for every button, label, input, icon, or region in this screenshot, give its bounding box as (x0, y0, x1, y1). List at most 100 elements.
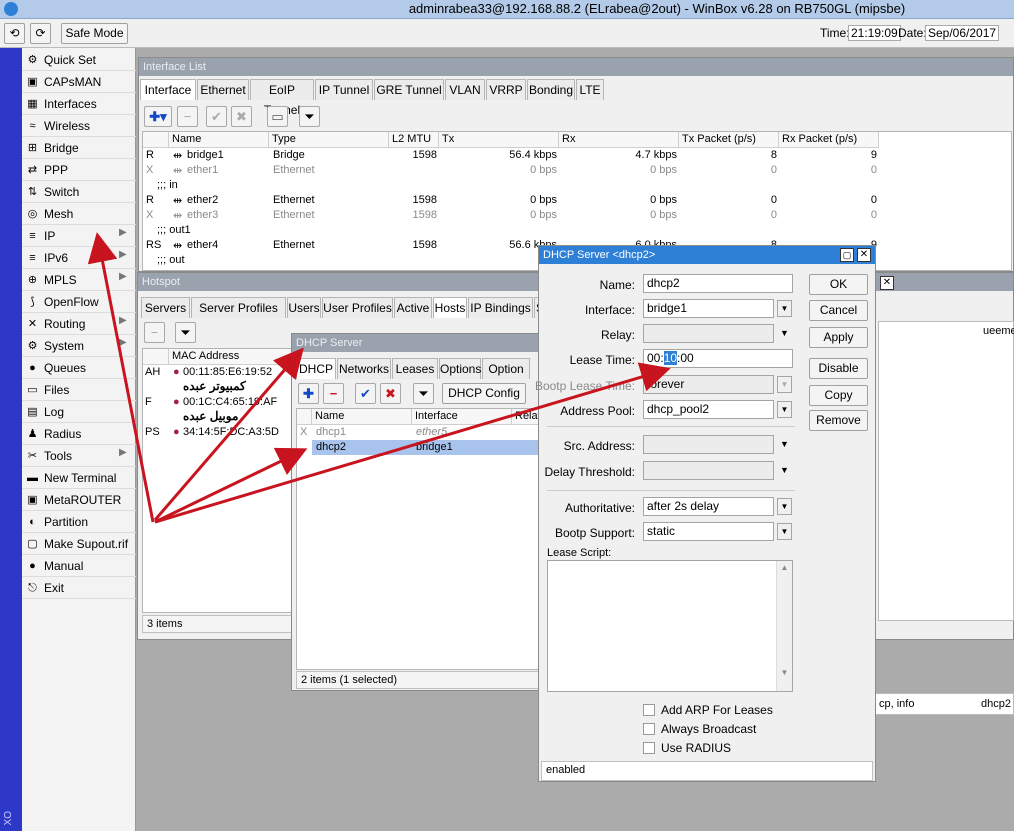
column-header[interactable]: Rx (559, 132, 679, 148)
sidebar-item-ipv6[interactable]: ≡ IPv6 ▶ (22, 247, 136, 269)
src-address-expand-icon[interactable]: ▼ (780, 439, 789, 449)
sidebar-item-log[interactable]: ▤ Log (22, 401, 136, 423)
filter-icon[interactable]: ⏷ (175, 322, 196, 343)
dhcp-row-name[interactable]: dhcp2 (316, 441, 346, 453)
authoritative-dropdown-icon[interactable]: ▼ (777, 498, 792, 515)
filter-icon[interactable]: ⏷ (299, 106, 320, 127)
address-pool-select[interactable]: dhcp_pool2 (643, 400, 774, 419)
interface-select[interactable]: bridge1 (643, 299, 774, 318)
disable-icon[interactable]: ✖ (380, 383, 401, 404)
scroll-up-icon[interactable]: ▲ (777, 563, 792, 572)
tab-gre-tunnel[interactable]: GRE Tunnel (374, 79, 444, 100)
column-header[interactable]: Tx (439, 132, 559, 148)
sidebar-item-radius[interactable]: ♟ Radius (22, 423, 136, 445)
sidebar-item-capsman[interactable]: ▣ CAPsMAN (22, 71, 136, 93)
ok-button[interactable]: OK (809, 274, 868, 295)
tab-networks[interactable]: Networks (337, 358, 391, 379)
tab-ethernet[interactable]: Ethernet (197, 79, 249, 100)
column-header[interactable]: Tx Packet (p/s) (679, 132, 779, 148)
column-header-name[interactable]: Name (312, 409, 412, 425)
tab-lte[interactable]: LTE (576, 79, 604, 100)
sidebar-item-system[interactable]: ⚙ System ▶ (22, 335, 136, 357)
enable-icon[interactable]: ✔ (355, 383, 376, 404)
hotspot-close-icon[interactable]: ✕ (880, 276, 894, 290)
scrollbar[interactable]: ▲ ▼ (776, 561, 792, 691)
tab-eoip-tunnel[interactable]: EoIP Tunnel (250, 79, 314, 117)
lease-script-textarea[interactable]: ▲ ▼ (547, 560, 793, 692)
interface-dropdown-icon[interactable]: ▼ (777, 300, 792, 317)
tab-active[interactable]: Active (394, 297, 432, 318)
enable-icon[interactable]: ✔ (206, 106, 227, 127)
tab-vrrp[interactable]: VRRP (486, 79, 526, 100)
sidebar-item-queues[interactable]: ● Queues (22, 357, 136, 379)
close-icon[interactable]: ✕ (857, 248, 871, 262)
interface-name[interactable]: ether2 (187, 194, 218, 206)
bootp-support-select[interactable]: static (643, 522, 774, 541)
tab-interface[interactable]: Interface (140, 79, 196, 100)
src-address-field[interactable] (643, 435, 774, 454)
interface-name[interactable]: ether3 (187, 209, 218, 221)
add-icon[interactable]: ✚▾ (144, 106, 172, 127)
authoritative-select[interactable]: after 2s delay (643, 497, 774, 516)
tab-bonding[interactable]: Bonding (527, 79, 575, 100)
sidebar-item-files[interactable]: ▭ Files (22, 379, 136, 401)
column-header[interactable]: Type (269, 132, 389, 148)
scroll-down-icon[interactable]: ▼ (777, 668, 792, 677)
interface-name[interactable]: ether4 (187, 239, 218, 251)
column-header-mac[interactable]: MAC Address (169, 349, 294, 365)
sidebar-item-wireless[interactable]: ≈ Wireless (22, 115, 136, 137)
address-pool-dropdown-icon[interactable]: ▼ (777, 401, 792, 418)
cancel-button[interactable]: Cancel (809, 300, 868, 321)
remove-icon[interactable]: − (144, 322, 165, 343)
sidebar-item-ppp[interactable]: ⇄ PPP (22, 159, 136, 181)
relay-field[interactable] (643, 324, 774, 343)
bootp-lease-dropdown-icon[interactable]: ▼ (777, 376, 792, 393)
undo-button[interactable]: ⟲ (4, 23, 25, 44)
host-mac[interactable]: 00:1C:C4:65:19:AF (183, 396, 293, 408)
maximize-icon[interactable]: ▢ (840, 248, 854, 262)
disable-icon[interactable]: ✖ (231, 106, 252, 127)
column-header[interactable]: Name (169, 132, 269, 148)
bootp-lease-field[interactable]: forever (643, 375, 774, 394)
sidebar-item-interfaces[interactable]: ▦ Interfaces (22, 93, 136, 115)
tab-hosts[interactable]: Hosts (433, 297, 467, 318)
delay-threshold-field[interactable] (643, 461, 774, 480)
interface-name[interactable]: bridge1 (187, 149, 224, 161)
host-mac[interactable]: 34:14:5F:DC:A3:5D (183, 426, 293, 438)
use-radius-checkbox[interactable] (643, 742, 655, 754)
sidebar-item-bridge[interactable]: ⊞ Bridge (22, 137, 136, 159)
sidebar-item-mesh[interactable]: ◎ Mesh (22, 203, 136, 225)
safe-mode-button[interactable]: Safe Mode (61, 23, 128, 44)
sidebar-item-exit[interactable]: ⎋ Exit (22, 577, 136, 599)
sidebar-item-manual[interactable]: ● Manual (22, 555, 136, 577)
comment-icon[interactable]: ▭ (267, 106, 288, 127)
sidebar-item-tools[interactable]: ✂ Tools ▶ (22, 445, 136, 467)
tab-ip-tunnel[interactable]: IP Tunnel (315, 79, 373, 100)
sidebar-item-make-supout-rif[interactable]: ▢ Make Supout.rif (22, 533, 136, 555)
sidebar-item-ip[interactable]: ≡ IP ▶ (22, 225, 136, 247)
tab-users[interactable]: Users (287, 297, 321, 318)
delay-threshold-expand-icon[interactable]: ▼ (780, 465, 789, 475)
tab-options[interactable]: Options (439, 358, 481, 379)
lease-time-field[interactable]: 00:10:00 (643, 349, 793, 368)
interface-name[interactable]: ether1 (187, 164, 218, 176)
dhcp-row-name[interactable]: dhcp1 (316, 426, 346, 438)
add-arp-for-leases-checkbox[interactable] (643, 704, 655, 716)
sidebar-item-metarouter[interactable]: ▣ MetaROUTER (22, 489, 136, 511)
column-header-interface[interactable]: Interface (412, 409, 512, 425)
remove-button[interactable]: Remove (809, 410, 868, 431)
column-header[interactable]: L2 MTU (389, 132, 439, 148)
always-broadcast-checkbox[interactable] (643, 723, 655, 735)
sidebar-item-new-terminal[interactable]: ▬ New Terminal (22, 467, 136, 489)
sidebar-item-routing[interactable]: ✕ Routing ▶ (22, 313, 136, 335)
remove-icon[interactable]: − (323, 383, 344, 404)
relay-expand-icon[interactable]: ▼ (780, 328, 789, 338)
tab-vlan[interactable]: VLAN (445, 79, 485, 100)
dhcp-config-button[interactable]: DHCP Config (442, 383, 526, 404)
tab-dhcp[interactable]: DHCP (296, 358, 336, 379)
disable-button[interactable]: Disable (809, 358, 868, 379)
sidebar-item-partition[interactable]: ◐ Partition (22, 511, 136, 533)
column-header[interactable]: Rx Packet (p/s) (779, 132, 879, 148)
bootp-support-dropdown-icon[interactable]: ▼ (777, 523, 792, 540)
name-field[interactable]: dhcp2 (643, 274, 793, 293)
